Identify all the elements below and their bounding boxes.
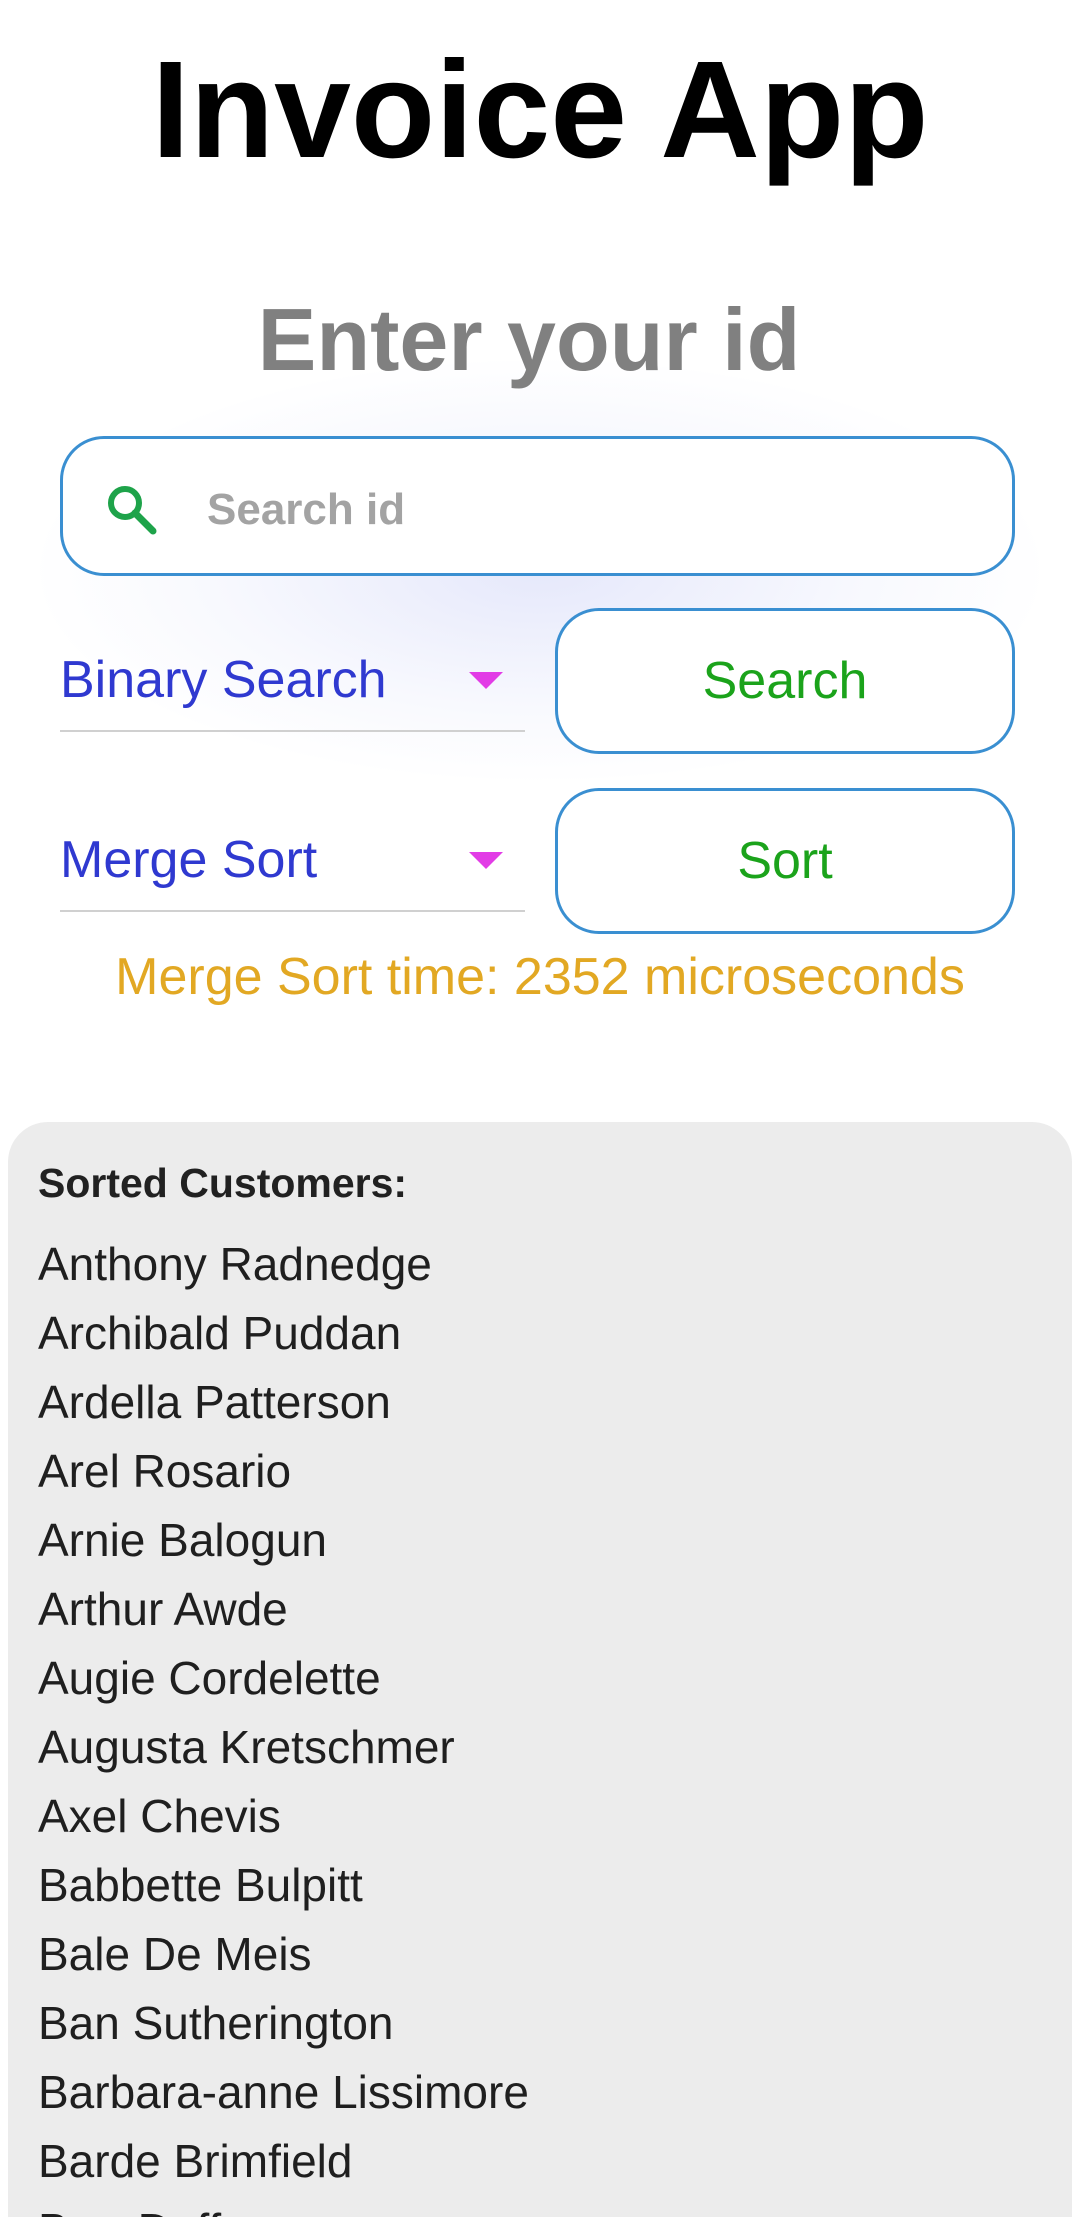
list-item: Axel Chevis <box>38 1790 281 1842</box>
search-input[interactable] <box>205 469 969 551</box>
list-item: Ban Sutherington <box>38 1997 394 2049</box>
list-item: Arnie Balogun <box>38 1514 327 1566</box>
search-button[interactable]: Search <box>555 608 1015 754</box>
list-item: Barr Duff <box>38 2196 529 2217</box>
triangle-down-icon <box>469 852 503 869</box>
search-box[interactable] <box>60 436 1015 576</box>
sort-algorithm-label: Merge Sort <box>60 831 318 889</box>
customer-list: Anthony Radnedge Archibald Puddan Ardell… <box>38 1230 529 2217</box>
list-item: Anthony Radnedge <box>38 1238 432 1290</box>
list-item: Arthur Awde <box>38 1583 288 1635</box>
list-item: Augusta Kretschmer <box>38 1721 455 1773</box>
sort-algorithm-dropdown[interactable]: Merge Sort <box>60 810 525 912</box>
search-algorithm-dropdown[interactable]: Binary Search <box>60 630 525 732</box>
sorted-customers-heading: Sorted Customers: <box>38 1160 408 1206</box>
list-item: Barde Brimfield <box>38 2135 353 2187</box>
list-item: Barbara-anne Lissimore <box>38 2066 529 2118</box>
sorted-customers-panel[interactable]: Sorted Customers: Anthony Radnedge Archi… <box>8 1122 1072 2217</box>
app-title: Invoice App <box>151 33 929 187</box>
invoice-app-screen: Invoice App Enter your id Binary Search … <box>0 0 1080 2217</box>
search-icon <box>108 486 157 535</box>
list-item: Babbette Bulpitt <box>38 1859 363 1911</box>
list-item: Archibald Puddan <box>38 1307 402 1359</box>
sort-button[interactable]: Sort <box>555 788 1015 934</box>
list-item: Augie Cordelette <box>38 1652 381 1704</box>
id-prompt: Enter your id <box>257 290 801 389</box>
sort-time-status: Merge Sort time: 2352 microseconds <box>115 948 965 1006</box>
search-algorithm-label: Binary Search <box>60 651 387 709</box>
triangle-down-icon <box>469 672 503 689</box>
list-item: Arel Rosario <box>38 1445 292 1497</box>
list-item: Bale De Meis <box>38 1928 312 1980</box>
list-item: Ardella Patterson <box>38 1376 391 1428</box>
